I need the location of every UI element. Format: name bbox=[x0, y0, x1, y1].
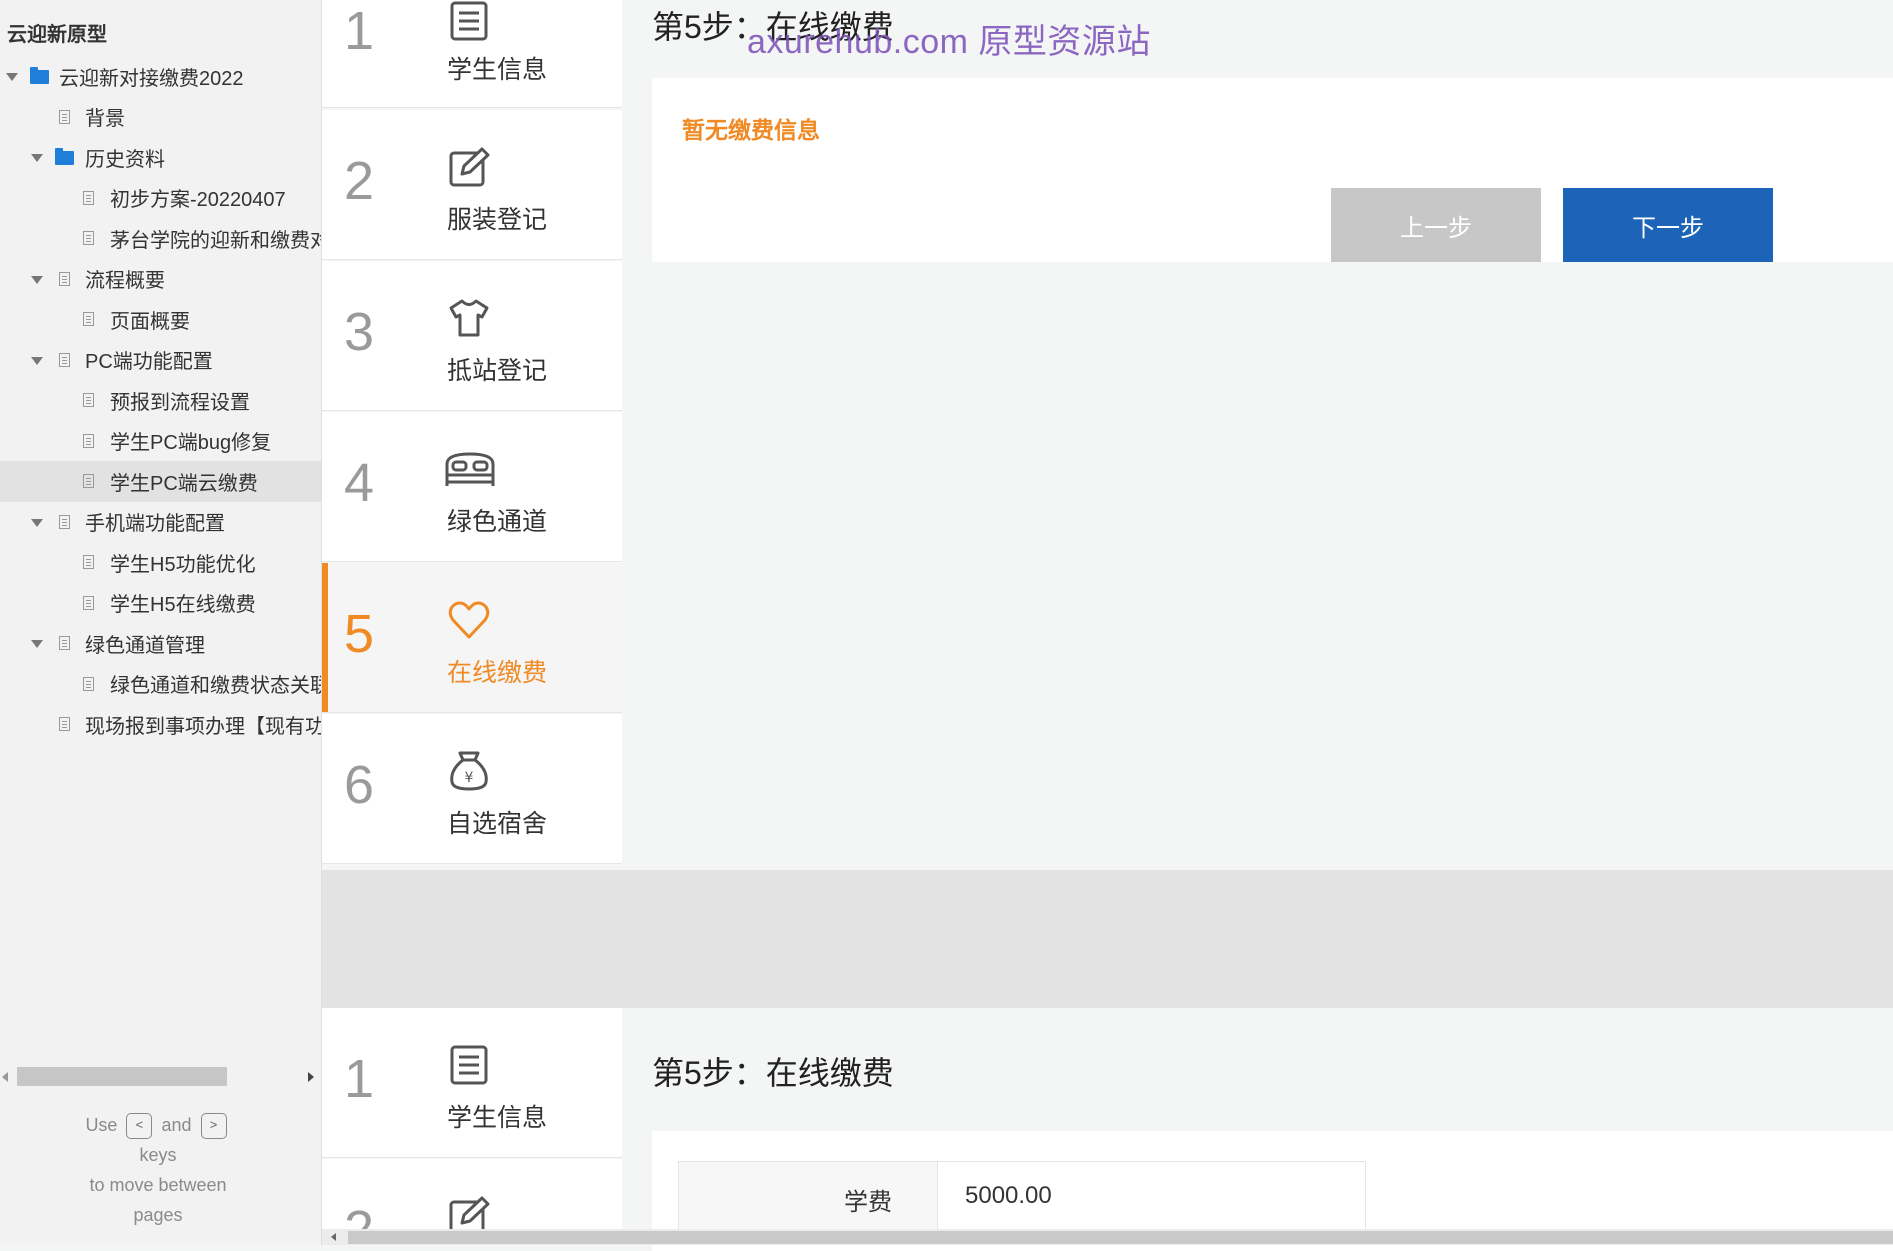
folder-icon bbox=[55, 148, 74, 165]
step-dormitory[interactable]: 6 ¥ 自选宿舍 bbox=[322, 714, 622, 864]
scrollbar-thumb[interactable] bbox=[348, 1231, 1893, 1244]
tree-item-maotai-integration[interactable]: 茅台学院的迎新和缴费对接 bbox=[0, 218, 321, 259]
scroll-right-arrow-icon[interactable] bbox=[308, 1072, 314, 1082]
step-green-channel[interactable]: 4 绿色通道 bbox=[322, 412, 622, 562]
expand-arrow-icon[interactable] bbox=[31, 356, 43, 365]
page-icon bbox=[59, 514, 70, 529]
expand-arrow-icon[interactable] bbox=[6, 73, 18, 81]
step-panel-top: 1 学生信息 2 服装登记 3 抵站登记 4 绿色通道 5 在线缴费 6 ¥ 自… bbox=[322, 0, 1893, 870]
tree-item-onsite-registration[interactable]: 现场报到事项办理【现有功能】 bbox=[0, 704, 321, 745]
page-tree: 云迎新对接缴费2022 背景 历史资料 初步方案-20220407 茅台学院的迎… bbox=[0, 56, 321, 745]
expand-arrow-icon[interactable] bbox=[31, 640, 43, 648]
step-clothing[interactable]: 2 bbox=[322, 1159, 622, 1230]
no-payment-notice: 暂无缴费信息 bbox=[682, 117, 820, 143]
tree-item-h5-payment[interactable]: 学生H5在线缴费 bbox=[0, 583, 321, 624]
page-icon bbox=[83, 595, 94, 610]
next-step-button[interactable]: 下一步 bbox=[1563, 188, 1773, 262]
tree-item-history[interactable]: 历史资料 bbox=[0, 137, 321, 178]
tree-item-initial-plan[interactable]: 初步方案-20220407 bbox=[0, 178, 321, 219]
tree-item-pc-bugfix[interactable]: 学生PC端bug修复 bbox=[0, 421, 321, 462]
page-icon bbox=[83, 231, 94, 245]
page-icon bbox=[83, 190, 94, 205]
tree-item-pc-config[interactable]: PC端功能配置 bbox=[0, 340, 321, 381]
money-bag-icon: ¥ bbox=[450, 751, 488, 791]
tree-item-green-channel-status[interactable]: 绿色通道和缴费状态关联 bbox=[0, 664, 321, 705]
tree-item-pc-cloud-payment[interactable]: 学生PC端云缴费 bbox=[0, 461, 321, 502]
fee-name-cell: 学费 bbox=[679, 1162, 938, 1230]
tree-item-pre-registration[interactable]: 预报到流程设置 bbox=[0, 380, 321, 421]
list-icon bbox=[450, 1, 488, 41]
prev-key-icon: < bbox=[126, 1113, 153, 1140]
page-icon bbox=[83, 312, 94, 326]
page-icon bbox=[59, 109, 70, 124]
previous-step-button[interactable]: 上一步 bbox=[1331, 188, 1541, 262]
scroll-left-arrow-icon[interactable] bbox=[2, 1072, 8, 1082]
sidebar-horizontal-scrollbar[interactable] bbox=[0, 1065, 321, 1087]
heart-icon bbox=[448, 601, 490, 639]
page-icon bbox=[59, 636, 70, 650]
page-divider bbox=[322, 870, 1893, 1008]
tree-item-page-overview[interactable]: 页面概要 bbox=[0, 299, 321, 340]
page-icon bbox=[59, 271, 70, 286]
project-title: 云迎新原型 bbox=[7, 24, 107, 46]
page-icon bbox=[59, 352, 70, 367]
bed-icon bbox=[445, 452, 495, 486]
expand-arrow-icon[interactable] bbox=[31, 275, 43, 284]
edit-icon bbox=[449, 147, 490, 187]
page-icon bbox=[59, 717, 70, 731]
fee-name: 学费 bbox=[844, 1189, 892, 1216]
tree-item-flow-overview[interactable]: 流程概要 bbox=[0, 259, 321, 300]
scroll-left-arrow-icon[interactable] bbox=[331, 1233, 336, 1241]
page-icon bbox=[83, 474, 94, 488]
next-key-icon: > bbox=[200, 1113, 227, 1140]
keyboard-help: Use < and > keys to move between pages bbox=[85, 1113, 227, 1225]
scrollbar-thumb[interactable] bbox=[17, 1067, 227, 1086]
edit-icon bbox=[449, 1196, 490, 1229]
page-icon bbox=[83, 433, 94, 448]
tree-item-h5-optimization[interactable]: 学生H5功能优化 bbox=[0, 542, 321, 583]
expand-arrow-icon[interactable] bbox=[31, 154, 43, 162]
step-student-info[interactable]: 1 学生信息 bbox=[322, 1008, 622, 1158]
step-student-info[interactable]: 1 学生信息 bbox=[322, 0, 622, 108]
page-title: 第5步：在线缴费 bbox=[652, 1055, 894, 1091]
page-icon bbox=[83, 676, 94, 691]
watermark-text: axurehub.com 原型资源站 bbox=[747, 23, 1151, 61]
page-icon bbox=[83, 555, 94, 569]
step-clothing[interactable]: 2 服装登记 bbox=[322, 110, 622, 260]
expand-arrow-icon[interactable] bbox=[31, 518, 43, 527]
tree-item-green-channel[interactable]: 绿色通道管理 bbox=[0, 623, 321, 664]
list-icon bbox=[450, 1045, 488, 1085]
page-icon bbox=[83, 393, 94, 407]
svg-text:¥: ¥ bbox=[465, 770, 474, 786]
step-panel-bottom: 1 学生信息 2 第5步：在线缴费 学费 5000.00 bbox=[322, 1008, 1893, 1251]
tree-item-cloud-welcome-2022[interactable]: 云迎新对接缴费2022 bbox=[0, 56, 321, 97]
tshirt-icon bbox=[449, 299, 489, 337]
payment-card: 暂无缴费信息 上一步 下一步 bbox=[652, 78, 1893, 262]
fee-table: 学费 5000.00 bbox=[678, 1161, 1366, 1231]
folder-icon bbox=[30, 67, 49, 84]
step-arrival[interactable]: 3 抵站登记 bbox=[322, 261, 622, 411]
step-online-payment[interactable]: 5 在线缴费 bbox=[322, 563, 622, 713]
main-horizontal-scrollbar[interactable] bbox=[322, 1229, 1893, 1245]
tree-item-mobile-config[interactable]: 手机端功能配置 bbox=[0, 502, 321, 543]
fee-amount: 5000.00 bbox=[965, 1182, 1052, 1209]
tree-item-background[interactable]: 背景 bbox=[0, 97, 321, 138]
sitemap-sidebar: 云迎新原型 云迎新对接缴费2022 背景 历史资料 初步方案-20220407 … bbox=[0, 0, 322, 1245]
